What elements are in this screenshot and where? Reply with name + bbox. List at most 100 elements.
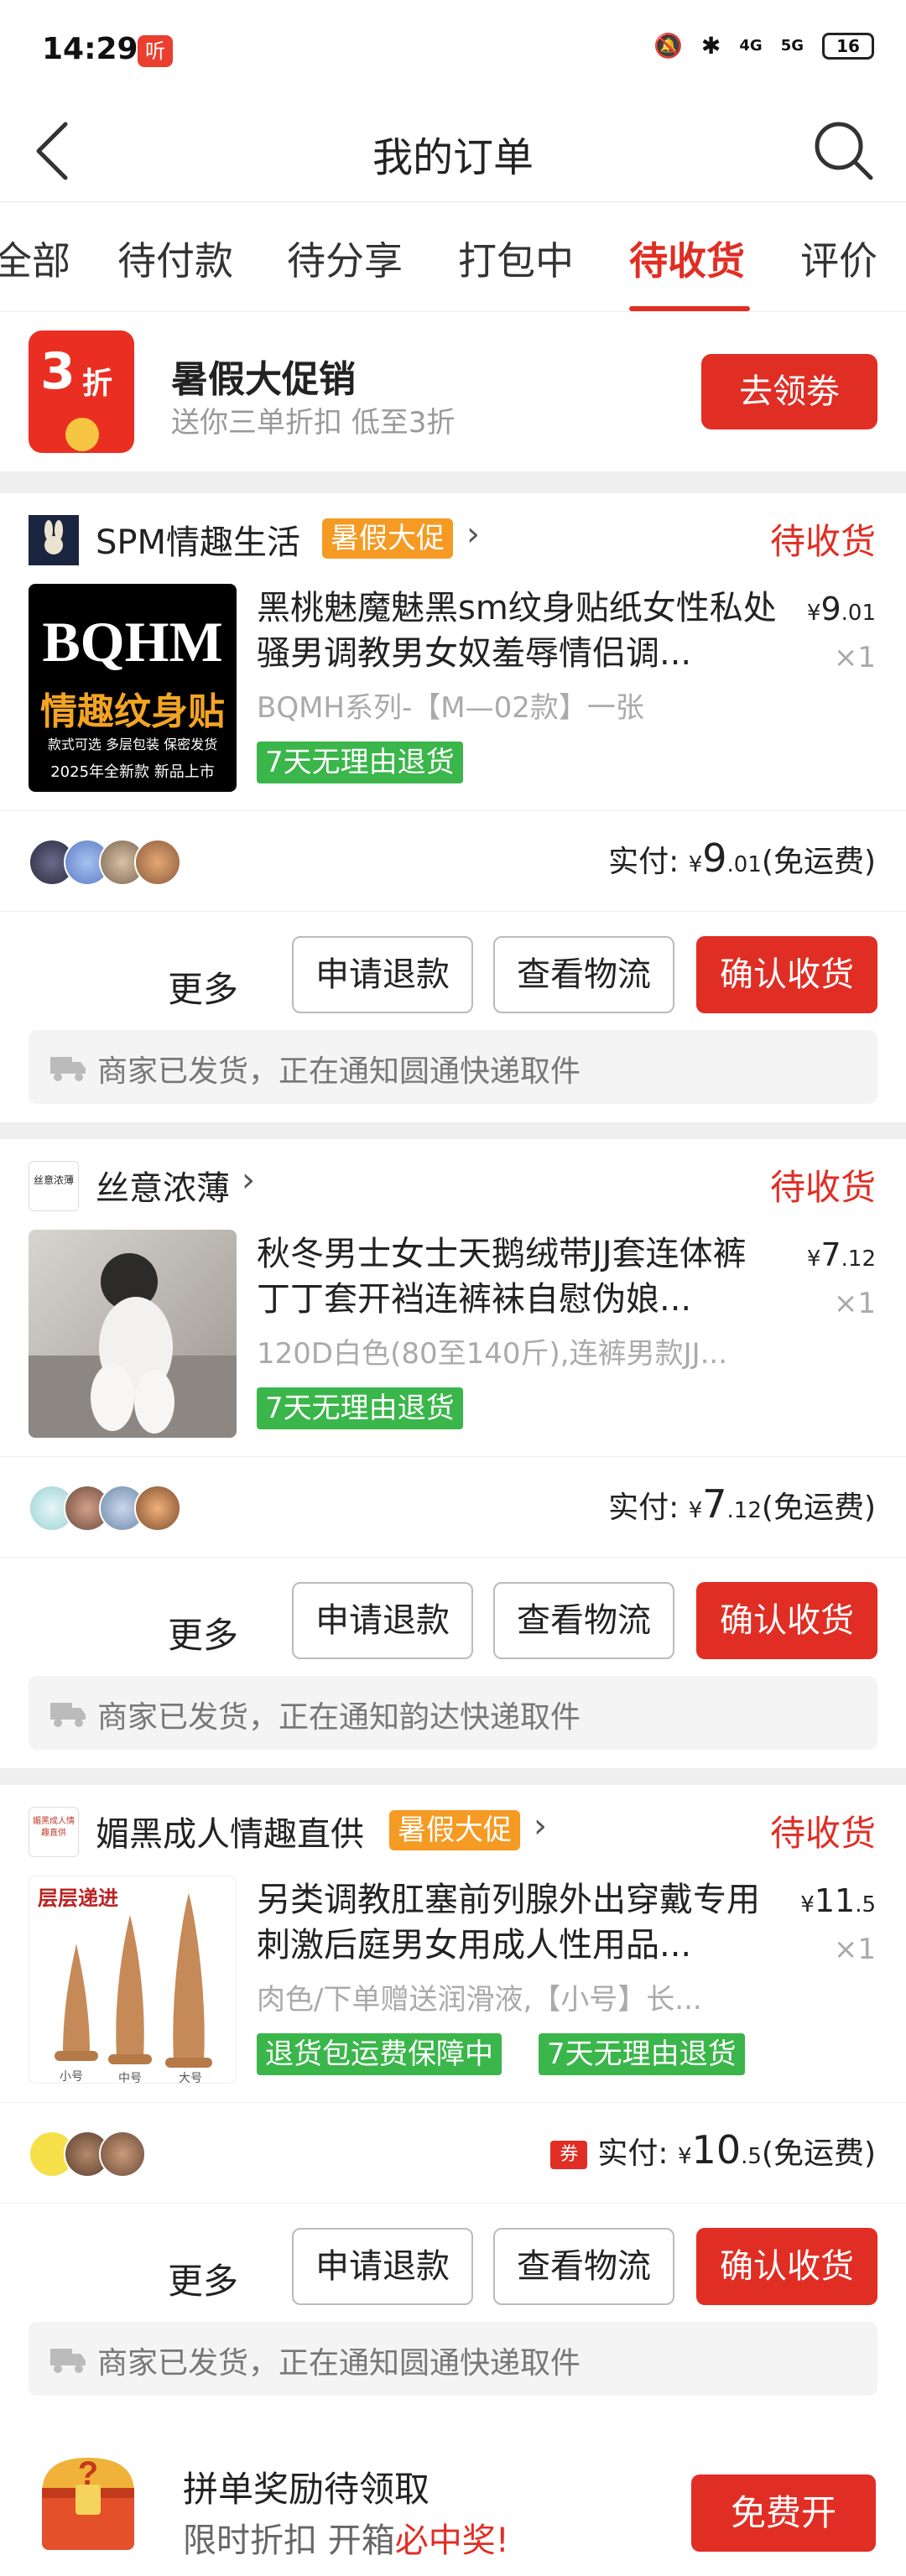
product-spec: BQMH系列-【M—02款】一张 [257,691,644,725]
order-status: 待收货 [769,1167,876,1208]
discount-badge-icon: 3 折 [29,330,134,453]
view-logistics-button[interactable]: 查看物流 [493,1582,674,1659]
signal-4g-icon: 4G [739,37,763,55]
shipping-status-bar[interactable]: 商家已发货，正在通知圆通快递取件 [29,1030,877,1104]
thumb-size-label: 小号 [60,2070,83,2084]
shop-name[interactable]: SPM情趣生活 [96,515,300,564]
product-name[interactable]: 另类调教肛塞前列腺外出穿戴专用刺激后庭男女用成人性用品... [257,1877,777,1968]
promo-subtitle: 送你三单折扣 低至3折 [171,406,456,440]
thumb-size-label: 大号 [179,2072,202,2084]
product-photo-icon [29,1253,237,1438]
reward-subtitle: 限时折扣 开箱必中奖! [183,2521,509,2560]
return-policy-tag: 7天无理由退货 [257,742,463,783]
product-qty: ×1 [833,641,876,674]
order-card: 丝意浓薄 丝意浓薄 › 待收货 秋冬男士女士天鹅绒带JJ套连体裤丁丁套开裆连裤袜… [0,1139,906,1768]
shop-name[interactable]: 丝意浓薄 [96,1161,230,1210]
product-price: ¥9.01 [806,591,876,627]
freight-insurance-tag: 退货包运费保障中 [257,2033,502,2075]
confirm-receipt-button[interactable]: 确认收货 [696,936,877,1013]
rabbit-logo-icon [29,515,79,565]
order-card: 媚黑成人情趣直供 媚黑成人情趣直供 暑假大促 › 待收货 层层递进 小号 中号 … [0,1785,906,2414]
product-name[interactable]: 秋冬男士女士天鹅绒带JJ套连体裤丁丁套开裆连裤袜自慰伪娘... [257,1231,777,1322]
more-button[interactable]: 更多 [168,961,238,1012]
app-notification-icon: 听 [138,35,173,67]
thumb-title-text: 层层递进 [38,1886,118,1910]
bluetooth-icon: ✱ [700,32,721,60]
treasure-chest-icon: ? [42,2455,134,2550]
thumb-features-text: 款式可选 多层包装 保密发货 [47,736,218,752]
shop-logo[interactable]: 媚黑成人情趣直供 [29,1807,79,1857]
shop-logo[interactable] [29,515,79,565]
tab-packing[interactable]: 打包中 [458,231,574,286]
divider [0,2102,906,2103]
product-qty: ×1 [833,1287,876,1320]
group-reward-banner[interactable]: ? 拼单奖励待领取 限时折扣 开箱必中奖! 免费开 [0,2414,906,2576]
tab-pending-share[interactable]: 待分享 [287,231,403,286]
reward-title: 拼单奖励待领取 [183,2469,430,2510]
tab-review[interactable]: 评价 [800,231,877,286]
promo-banner[interactable]: 3 折 暑假大促销 送你三单折扣 低至3折 去领劵 [0,312,906,471]
product-thumbnail[interactable]: 层层递进 小号 中号 大号 [29,1876,237,2084]
more-button[interactable]: 更多 [168,2253,238,2304]
badge-unit: 折 [82,367,113,401]
avatar [134,839,181,886]
paid-amount: 实付: ¥9.01(免运费) [608,835,876,881]
search-icon[interactable] [809,116,876,183]
shop-name[interactable]: 媚黑成人情趣直供 [96,1807,364,1855]
order-tabs: 全部 待付款 待分享 打包中 待收货 评价 [0,201,906,312]
claim-coupon-button[interactable]: 去领劵 [701,354,877,429]
product-price: ¥7.12 [806,1236,876,1273]
thumb-brand-text: BQHM [42,610,223,674]
tab-pending-receipt[interactable]: 待收货 [629,231,745,286]
avatar [99,2131,146,2178]
thumb-size-label: 中号 [118,2072,142,2084]
view-logistics-button[interactable]: 查看物流 [493,2228,674,2305]
divider [0,911,906,912]
tab-pending-payment[interactable]: 待付款 [117,231,233,286]
product-thumbnail[interactable]: BQHM 情趣纹身贴 款式可选 多层包装 保密发货 2025年全新款 新品上市 [29,584,237,792]
shop-logo[interactable]: 丝意浓薄 [29,1161,79,1211]
avatar [134,1485,181,1532]
promo-title: 暑假大促销 [171,358,356,401]
coin-icon [65,418,99,451]
shipping-status-bar[interactable]: 商家已发货，正在通知圆通快递取件 [29,2322,877,2396]
return-policy-tag: 7天无理由退货 [539,2033,745,2075]
divider [0,1557,906,1558]
promo-tag: 暑假大促 [322,518,453,559]
shipping-status-bar[interactable]: 商家已发货，正在通知韵达快递取件 [29,1676,877,1750]
truck-icon [50,2349,86,2373]
product-thumbnail[interactable] [29,1230,237,1438]
shipping-message: 商家已发货，正在通知圆通快递取件 [97,2346,581,2381]
tab-all[interactable]: 全部 [0,231,70,286]
apply-refund-button[interactable]: 申请退款 [292,936,473,1013]
confirm-receipt-button[interactable]: 确认收货 [696,1582,877,1659]
product-spec: 120D白色(80至140斤),连裤男款JJ... [257,1337,728,1371]
confirm-receipt-button[interactable]: 确认收货 [696,2228,877,2305]
status-bar: 14:29 听 🔕 ✱ 4G 5G 16 [0,0,906,101]
product-spec: 肉色/下单赠送润滑液,【小号】长... [257,1983,702,2017]
shipping-message: 商家已发货，正在通知圆通快递取件 [97,1054,581,1089]
view-logistics-button[interactable]: 查看物流 [493,936,674,1013]
chevron-right-icon[interactable]: › [242,1161,255,1200]
product-price: ¥11.5 [800,1882,876,1919]
thumb-new-text: 2025年全新款 新品上市 [50,763,215,781]
open-free-button[interactable]: 免费开 [691,2475,876,2552]
chevron-right-icon[interactable]: › [534,1807,547,1845]
chevron-right-icon[interactable]: › [466,515,480,554]
apply-refund-button[interactable]: 申请退款 [292,2228,473,2305]
order-status: 待收货 [769,521,876,562]
return-policy-tag: 7天无理由退货 [257,1387,463,1429]
truck-icon [50,1703,86,1727]
battery-icon: 16 [822,32,874,60]
order-status: 待收货 [769,1813,876,1854]
promo-tag: 暑假大促 [389,1810,520,1850]
active-tab-indicator [629,306,750,311]
shipping-message: 商家已发货，正在通知韵达快递取件 [97,1700,581,1735]
more-button[interactable]: 更多 [168,1607,238,1658]
order-card: SPM情趣生活 暑假大促 › 待收货 BQHM 情趣纹身贴 款式可选 多层包装 … [0,493,906,1122]
status-icons: 🔕 ✱ 4G 5G 16 [653,32,874,60]
apply-refund-button[interactable]: 申请退款 [292,1582,473,1659]
divider [0,1456,906,1457]
svg-text:?: ? [78,2455,98,2492]
product-name[interactable]: 黑桃魅魔魅黑sm纹身贴纸女性私处骚男调教男女奴羞辱情侣调... [257,585,777,676]
